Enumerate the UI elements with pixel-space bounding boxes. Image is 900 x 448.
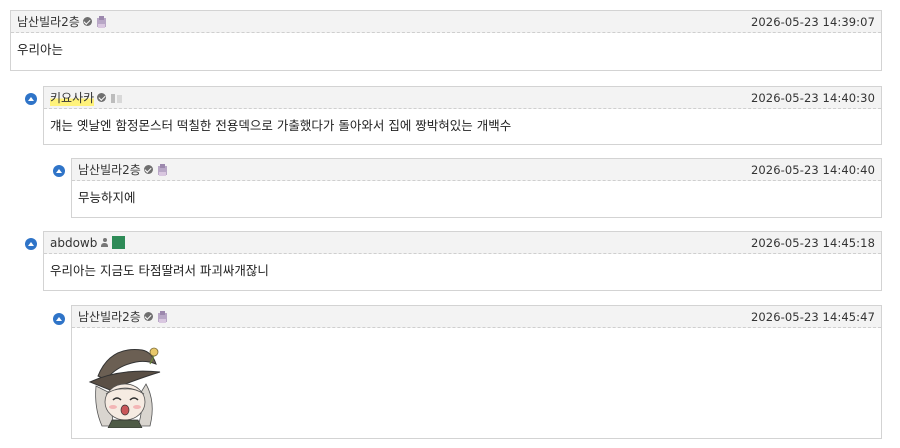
gallcon-icon bbox=[96, 15, 106, 28]
comment-text: 우리아는 지금도 타점딸려서 파괴싸개잖니 bbox=[50, 263, 269, 278]
comment-header: abdowb 2026-05-23 14:45:18 bbox=[44, 232, 881, 254]
comment-date: 2026-05-23 14:40:40 bbox=[750, 162, 875, 177]
comment-header: 키요사카 2026-05-23 14:40:30 bbox=[44, 87, 881, 109]
person-icon bbox=[100, 238, 109, 247]
comment-image-wrap bbox=[72, 328, 881, 443]
comment-author[interactable]: 키요사카 bbox=[50, 89, 125, 106]
comment-date: 2026-05-23 14:45:18 bbox=[750, 235, 875, 250]
comment-author[interactable]: 남산빌라2층 bbox=[78, 161, 170, 178]
comment-3: 남산빌라2층 2026-05-23 14:40:40 무능하지에 bbox=[71, 158, 882, 218]
check-badge-icon bbox=[143, 312, 153, 321]
comment-5: 남산빌라2층 2026-05-23 14:45:47 bbox=[71, 305, 882, 439]
reply-arrow-icon bbox=[53, 165, 65, 177]
comment-text: 무능하지에 bbox=[78, 190, 136, 205]
comment-header: 남산빌라2층 2026-05-23 14:39:07 bbox=[11, 11, 881, 33]
comment-2: 키요사카 2026-05-23 14:40:30 걔는 옛날엔 함정몬스터 떡칠… bbox=[43, 86, 882, 145]
gallcon-icon bbox=[111, 93, 123, 103]
reply-arrow-icon bbox=[25, 93, 37, 105]
author-nickname[interactable]: abdowb bbox=[50, 236, 97, 250]
check-badge-icon bbox=[143, 165, 153, 174]
gallcon-icon bbox=[157, 310, 167, 323]
author-nickname[interactable]: 남산빌라2층 bbox=[17, 13, 80, 30]
comment-text: 우리아는 bbox=[17, 42, 64, 57]
comment-1: 남산빌라2층 2026-05-23 14:39:07 우리아는 bbox=[10, 10, 882, 71]
check-badge-icon bbox=[97, 93, 107, 102]
comment-date: 2026-05-23 14:39:07 bbox=[750, 14, 875, 29]
comment-date: 2026-05-23 14:45:47 bbox=[750, 309, 875, 324]
comment-author[interactable]: 남산빌라2층 bbox=[17, 13, 109, 30]
comment-author[interactable]: 남산빌라2층 bbox=[78, 308, 170, 325]
chibi-girl-sticker bbox=[88, 347, 161, 429]
gallcon-icon bbox=[157, 163, 167, 176]
author-nickname[interactable]: 키요사카 bbox=[50, 89, 95, 106]
author-nickname[interactable]: 남산빌라2층 bbox=[78, 308, 141, 325]
comment-header: 남산빌라2층 2026-05-23 14:45:47 bbox=[72, 306, 881, 328]
comment-header: 남산빌라2층 2026-05-23 14:40:40 bbox=[72, 159, 881, 181]
gallcon-icon bbox=[112, 236, 126, 249]
comment-date: 2026-05-23 14:40:30 bbox=[750, 90, 875, 105]
comment-text: 걔는 옛날엔 함정몬스터 떡칠한 전용덱으로 가출했다가 돌아와서 집에 짱박혀… bbox=[50, 118, 512, 133]
check-badge-icon bbox=[82, 17, 92, 26]
author-nickname[interactable]: 남산빌라2층 bbox=[78, 161, 141, 178]
reply-arrow-icon bbox=[53, 313, 65, 325]
reply-arrow-icon bbox=[25, 238, 37, 250]
comment-author[interactable]: abdowb bbox=[50, 236, 126, 250]
comment-4: abdowb 2026-05-23 14:45:18 우리아는 지금도 타점딸려… bbox=[43, 231, 882, 291]
